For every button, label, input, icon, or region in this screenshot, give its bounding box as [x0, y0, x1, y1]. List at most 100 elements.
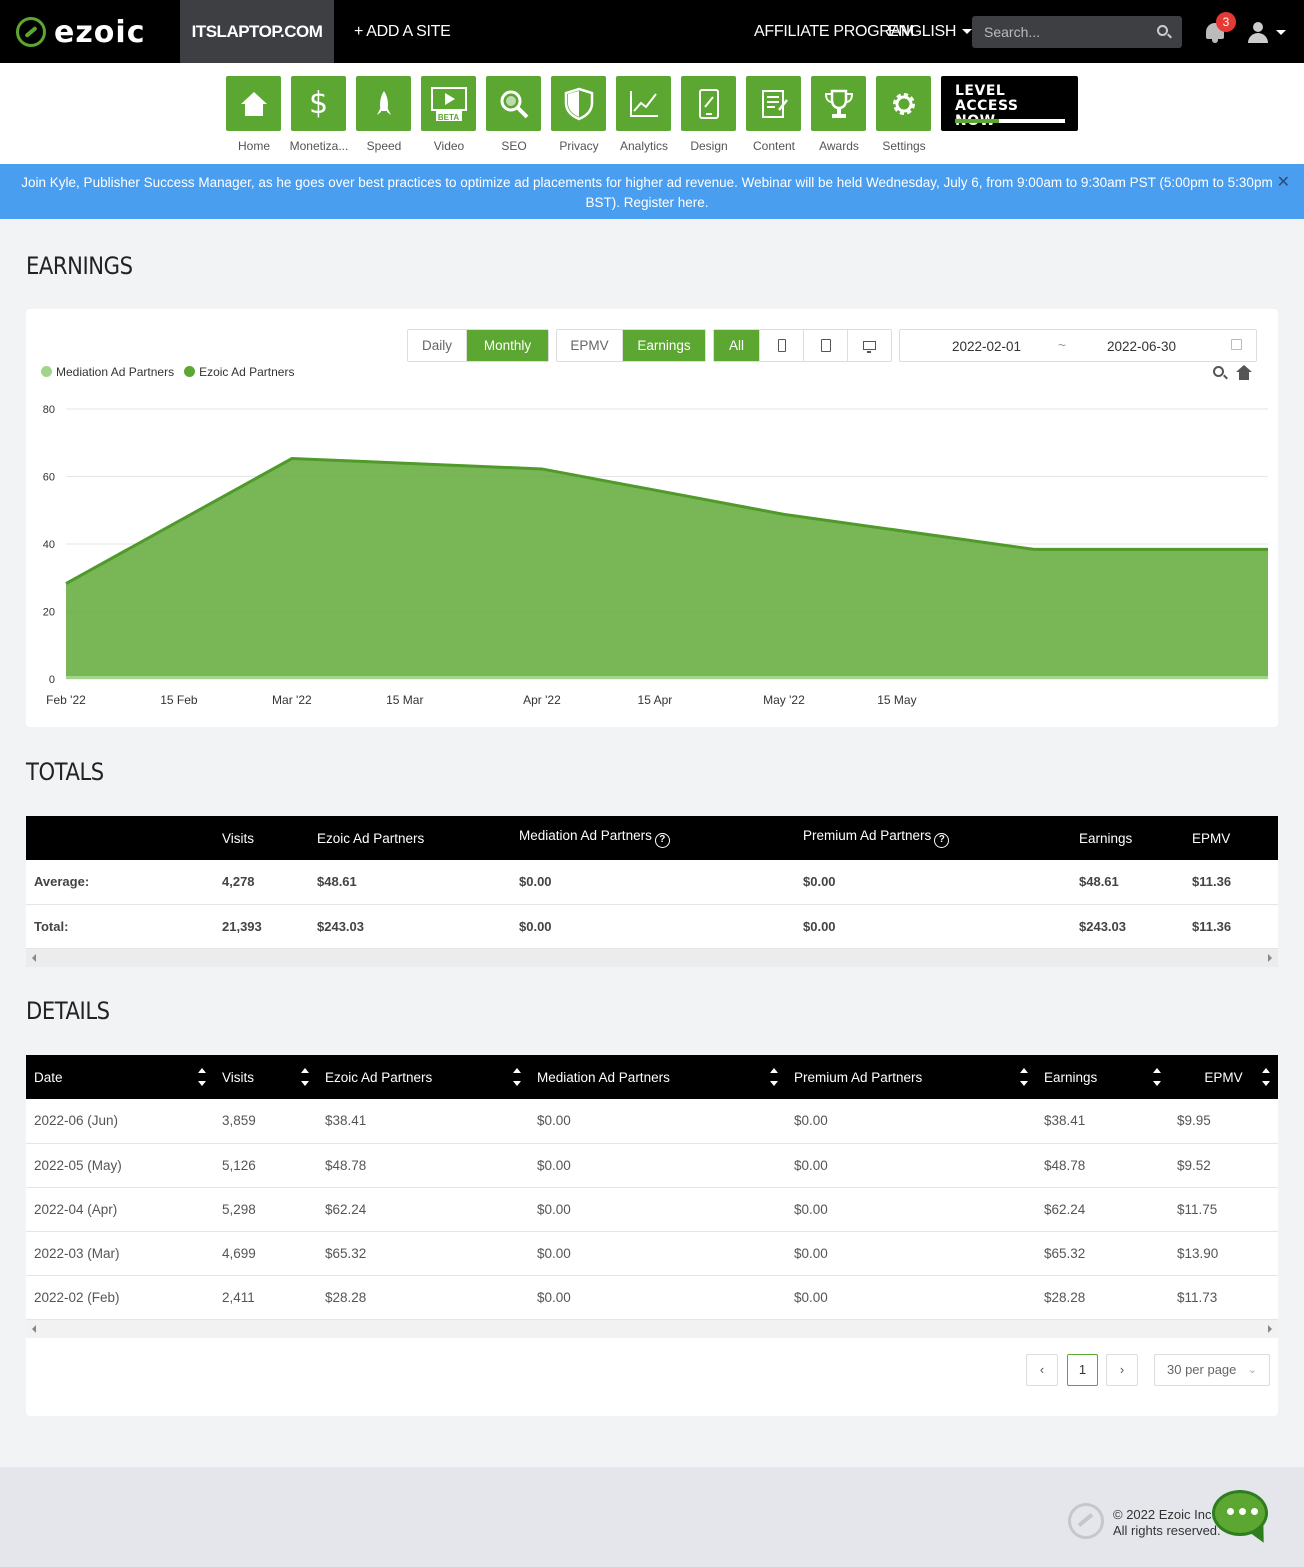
totals-header	[26, 816, 214, 860]
nav-seo[interactable]: SEO	[486, 76, 541, 153]
sort-icon	[513, 1068, 521, 1086]
sort-header-mediation[interactable]: Mediation Ad Partners	[529, 1055, 786, 1099]
add-site-link[interactable]: + ADD A SITE	[354, 0, 451, 63]
nav-awards[interactable]: Awards	[811, 76, 866, 153]
totals-cell: Total:	[26, 904, 214, 949]
table-cell: $0.00	[786, 1143, 1036, 1188]
per-page-select[interactable]: 30 per page ⌄	[1154, 1353, 1270, 1386]
ezoic-logo-icon	[16, 17, 46, 47]
x-tick-label: 15 May	[877, 693, 916, 707]
details-card: Date Visits Ezoic Ad Partners Mediation …	[26, 1055, 1278, 1416]
copyright: © 2022 Ezoic Inc. All rights reserved.	[1113, 1507, 1221, 1538]
site-selector[interactable]: ITSLAPTOP.COM	[180, 0, 334, 63]
table-cell: 2022-04 (Apr)	[26, 1187, 214, 1232]
table-cell: 5,126	[214, 1143, 317, 1188]
y-tick-label: 60	[43, 472, 55, 484]
user-avatar-icon	[1253, 22, 1263, 32]
table-cell: 2022-02 (Feb)	[26, 1275, 214, 1320]
horizontal-scrollbar[interactable]	[26, 948, 1278, 967]
totals-header: EPMV	[1184, 816, 1278, 860]
sort-header-premium[interactable]: Premium Ad Partners	[786, 1055, 1036, 1099]
x-tick-label: 15 Mar	[386, 693, 423, 707]
table-cell: $0.00	[529, 1143, 786, 1188]
x-tick-label: Apr '22	[523, 693, 561, 707]
search-input[interactable]	[984, 24, 1144, 40]
y-tick-label: 20	[43, 607, 55, 619]
table-cell: $48.78	[1036, 1143, 1169, 1188]
sort-header-visits[interactable]: Visits	[214, 1055, 317, 1099]
table-row: 2022-03 (Mar) 4,699 $65.32 $0.00 $0.00 $65.32…	[26, 1231, 1278, 1276]
video-icon: BETA	[421, 76, 476, 131]
sort-header-epmv[interactable]: EPMV	[1169, 1055, 1278, 1099]
horizontal-scrollbar[interactable]	[26, 1319, 1278, 1338]
table-cell: 2022-05 (May)	[26, 1143, 214, 1188]
nav-content[interactable]: Content	[746, 76, 801, 153]
line-chart-icon	[616, 76, 671, 131]
gear-icon	[876, 76, 931, 131]
brand-name: ezoic	[54, 14, 146, 50]
table-row: 2022-06 (Jun) 3,859 $38.41 $0.00 $0.00 $38.41…	[26, 1099, 1278, 1144]
nav-label: Speed	[366, 139, 402, 153]
table-cell: $0.00	[786, 1231, 1036, 1276]
totals-cell: $11.36	[1184, 860, 1278, 905]
language-dropdown[interactable]: ENGLISH	[888, 0, 973, 63]
nav-monetization[interactable]: $ Monetiza...	[290, 76, 348, 153]
totals-title: TOTALS	[26, 758, 104, 786]
help-icon[interactable]: ?	[654, 833, 670, 848]
series-baseline-mediation	[66, 676, 1268, 679]
page-number-button[interactable]: 1	[1067, 1353, 1098, 1386]
nav-label: Monetiza...	[289, 139, 349, 153]
table-cell: 5,298	[214, 1187, 317, 1232]
sort-icon	[198, 1068, 206, 1086]
details-title: DETAILS	[26, 997, 110, 1025]
totals-cell: $0.00	[511, 860, 795, 905]
nav-speed[interactable]: Speed	[356, 76, 411, 153]
sort-header-earnings[interactable]: Earnings	[1036, 1055, 1169, 1099]
chat-support-icon[interactable]	[1210, 1488, 1272, 1547]
table-cell: $65.32	[317, 1231, 529, 1276]
table-cell: $9.95	[1169, 1099, 1278, 1144]
ezoic-logo[interactable]: ezoic	[16, 14, 146, 50]
sort-header-date[interactable]: Date	[26, 1055, 214, 1099]
totals-cell: $243.03	[1071, 904, 1184, 949]
next-page-button[interactable]: ›	[1106, 1353, 1138, 1386]
totals-cell: $48.61	[309, 860, 511, 905]
table-cell: $62.24	[317, 1187, 529, 1232]
prev-page-button[interactable]: ‹	[1026, 1353, 1058, 1386]
table-cell: $0.00	[529, 1099, 786, 1144]
nav-label: Privacy	[559, 139, 599, 153]
per-page-value: 30 per page	[1167, 1362, 1237, 1377]
table-cell: $28.28	[317, 1275, 529, 1320]
nav-privacy[interactable]: Privacy	[551, 76, 606, 153]
nav-analytics[interactable]: Analytics	[616, 76, 671, 153]
nav-label: Analytics	[619, 139, 669, 153]
table-row: 2022-05 (May) 5,126 $48.78 $0.00 $0.00 $48.78…	[26, 1143, 1278, 1188]
nav-settings[interactable]: Settings	[876, 76, 931, 153]
sort-icon	[301, 1068, 309, 1086]
sort-header-ezoic[interactable]: Ezoic Ad Partners	[317, 1055, 529, 1099]
level-access-button[interactable]: LEVEL ACCESS NOW	[941, 76, 1078, 131]
x-tick-label: 15 Apr	[638, 693, 673, 707]
top-navbar: ezoic ITSLAPTOP.COM + ADD A SITE AFFILIA…	[0, 0, 1304, 63]
table-cell: 2,411	[214, 1275, 317, 1320]
totals-header: Earnings	[1071, 816, 1184, 860]
table-row: 2022-04 (Apr) 5,298 $62.24 $0.00 $0.00 $62.24…	[26, 1187, 1278, 1232]
table-cell: $0.00	[529, 1231, 786, 1276]
close-icon[interactable]: ✕	[1277, 173, 1290, 193]
level-line2: ACCESS NOW	[955, 98, 1019, 129]
table-cell: 2022-06 (Jun)	[26, 1099, 214, 1144]
search-icon[interactable]	[1157, 25, 1168, 36]
nav-design[interactable]: Design	[681, 76, 736, 153]
nav-video[interactable]: BETA Video	[421, 76, 476, 153]
design-icon	[681, 76, 736, 131]
earnings-card: Daily Monthly EPMV Earnings All 2022-02-…	[26, 309, 1278, 727]
help-icon[interactable]: ?	[934, 833, 950, 848]
totals-cell: $0.00	[795, 860, 1071, 905]
register-link[interactable]: Register here.	[624, 195, 709, 210]
x-tick-label: 15 Feb	[160, 693, 198, 707]
nav-home[interactable]: Home	[226, 76, 281, 153]
table-cell: $0.00	[786, 1275, 1036, 1320]
nav-label: Content	[752, 139, 796, 153]
user-menu[interactable]	[1248, 20, 1288, 44]
totals-cell: $0.00	[511, 904, 795, 949]
